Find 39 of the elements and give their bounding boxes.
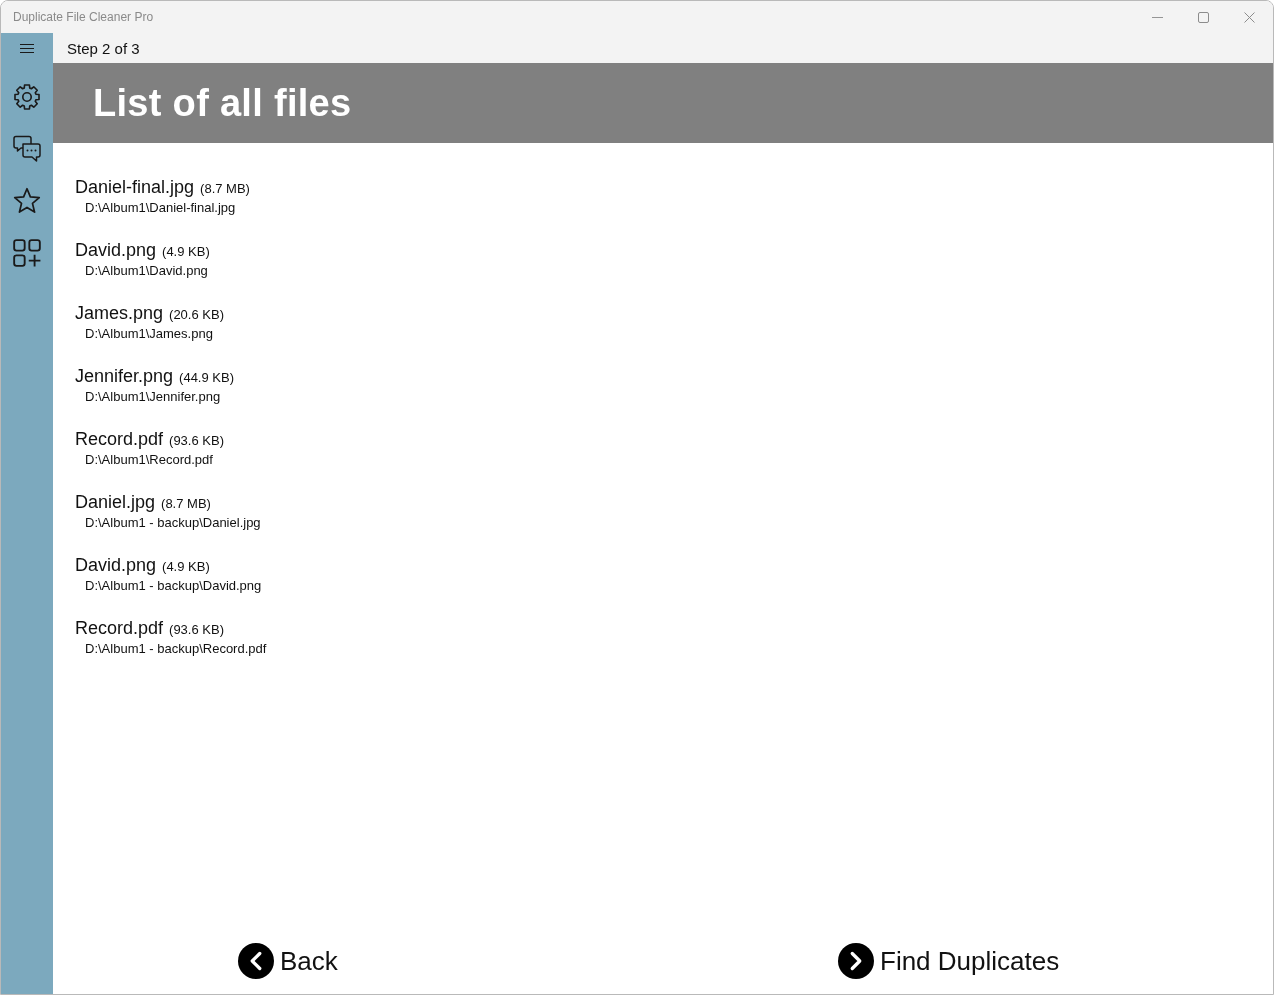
file-path: D:\Album1 - backup\Record.pdf [84, 640, 267, 658]
back-button[interactable]: Back [238, 943, 338, 979]
file-size: (44.9 KB) [179, 369, 234, 387]
file-name: Record.pdf [75, 617, 164, 640]
file-name: David.png [75, 554, 157, 577]
find-duplicates-button[interactable]: Find Duplicates [838, 943, 1060, 979]
file-name: Jennifer.png [75, 365, 174, 388]
file-path: D:\Album1\David.png [84, 262, 208, 280]
chevron-right-icon [838, 943, 874, 979]
file-size: (93.6 KB) [169, 432, 224, 450]
file-size: (20.6 KB) [169, 306, 224, 324]
settings-icon[interactable] [13, 83, 41, 111]
file-path: D:\Album1\Daniel-final.jpg [84, 199, 236, 217]
file-path: D:\Album1\James.png [84, 325, 213, 343]
file-size: (4.9 KB) [162, 243, 210, 261]
close-icon[interactable] [1244, 11, 1255, 23]
page-title: List of all files [93, 81, 352, 125]
file-path: D:\Album1\Record.pdf [84, 451, 213, 469]
maximize-icon[interactable] [1198, 11, 1209, 23]
menu-icon[interactable] [20, 43, 34, 53]
file-size: (93.6 KB) [169, 621, 224, 639]
chat-icon[interactable] [13, 135, 41, 163]
chevron-left-icon [238, 943, 274, 979]
window-title: Duplicate File Cleaner Pro [13, 10, 154, 24]
file-name: David.png [75, 239, 157, 262]
file-path: D:\Album1 - backup\Daniel.jpg [84, 514, 261, 532]
file-size: (8.7 MB) [161, 495, 211, 513]
file-name: James.png [75, 302, 164, 325]
file-size: (4.9 KB) [162, 558, 210, 576]
file-path: D:\Album1 - backup\David.png [84, 577, 262, 595]
minimize-icon[interactable] [1152, 16, 1163, 18]
step-indicator: Step 2 of 3 [67, 39, 140, 57]
add-apps-icon[interactable] [13, 239, 41, 267]
file-name: Daniel-final.jpg [75, 176, 195, 199]
file-path: D:\Album1\Jennifer.png [84, 388, 221, 406]
file-name: Daniel.jpg [75, 491, 156, 514]
star-icon[interactable] [13, 187, 41, 215]
file-size: (8.7 MB) [200, 180, 250, 198]
file-name: Record.pdf [75, 428, 164, 451]
